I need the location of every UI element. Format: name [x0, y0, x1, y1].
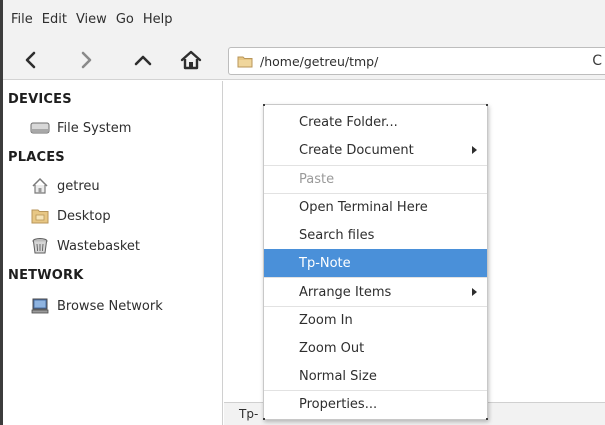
menu-item-label: Normal Size [299, 368, 377, 384]
menu-item-zoom-in[interactable]: Zoom In [264, 306, 487, 334]
chevron-right-icon [81, 51, 92, 69]
sidebar-item-label: Desktop [57, 208, 111, 224]
menu-item-zoom-out[interactable]: Zoom Out [264, 334, 487, 362]
menu-edit[interactable]: Edit [39, 0, 73, 40]
menu-item-label: Properties... [299, 396, 378, 412]
reload-icon[interactable]: C [592, 53, 602, 69]
sidebar-item-getreu[interactable]: getreu [30, 175, 100, 197]
menu-corner-mark [486, 418, 488, 420]
status-text: Tp- [239, 407, 259, 421]
toolbar: /home/getreu/tmp/ C [3, 40, 605, 80]
drive-icon [30, 119, 50, 137]
menu-item-tp-note[interactable]: Tp-Note [264, 249, 487, 277]
menu-view[interactable]: View [73, 0, 113, 40]
chevron-left-icon [25, 51, 36, 69]
home-button[interactable] [176, 46, 206, 74]
menu-corner-mark [263, 418, 265, 420]
menu-file[interactable]: File [8, 0, 39, 40]
menu-item-label: Create Folder... [299, 114, 398, 130]
submenu-arrow-icon [472, 146, 477, 154]
sidebar-heading-places: PLACES [8, 150, 65, 165]
sidebar: DEVICES File System PLACES getreu Deskto… [3, 81, 223, 425]
desktop-folder-icon [30, 207, 50, 225]
menu-item-create-document[interactable]: Create Document [264, 136, 487, 164]
up-button[interactable] [128, 46, 158, 74]
submenu-arrow-icon [472, 288, 477, 296]
context-menu: Create Folder... Create Document Paste O… [263, 104, 488, 420]
menu-item-label: Paste [299, 171, 335, 187]
sidebar-item-desktop[interactable]: Desktop [30, 205, 111, 227]
chevron-up-icon [134, 55, 152, 66]
menu-item-label: Zoom Out [299, 340, 365, 356]
sidebar-item-label: Browse Network [57, 298, 163, 314]
folder-icon [237, 56, 253, 67]
location-path: /home/getreu/tmp/ [260, 53, 379, 69]
sidebar-item-browse-network[interactable]: Browse Network [30, 295, 163, 317]
menu-item-label: Zoom In [299, 312, 353, 328]
sidebar-item-wastebasket[interactable]: Wastebasket [30, 235, 140, 257]
menu-item-properties[interactable]: Properties... [264, 390, 487, 418]
menu-item-arrange-items[interactable]: Arrange Items [264, 278, 487, 306]
menu-corner-mark [263, 104, 265, 106]
menu-item-search-files[interactable]: Search files [264, 221, 487, 249]
menu-item-label: Arrange Items [299, 284, 392, 300]
location-bar[interactable]: /home/getreu/tmp/ C [228, 47, 605, 75]
menu-item-label: Tp-Note [299, 255, 351, 271]
menu-item-paste[interactable]: Paste [264, 165, 487, 193]
back-button[interactable] [15, 46, 45, 74]
sidebar-item-label: Wastebasket [57, 238, 141, 254]
menu-item-open-terminal[interactable]: Open Terminal Here [264, 193, 487, 221]
home-folder-icon [30, 177, 50, 195]
forward-button[interactable] [72, 46, 102, 74]
menu-item-label: Create Document [299, 142, 414, 158]
menu-item-label: Open Terminal Here [299, 199, 428, 215]
sidebar-heading-network: NETWORK [8, 268, 84, 283]
sidebar-item-label: getreu [57, 178, 100, 194]
home-icon [180, 50, 202, 70]
menu-go[interactable]: Go [113, 0, 140, 40]
menu-corner-mark [486, 104, 488, 106]
sidebar-item-label: File System [57, 120, 132, 136]
menu-item-create-folder[interactable]: Create Folder... [264, 108, 487, 136]
menubar: File Edit View Go Help [3, 0, 605, 40]
trash-icon [30, 237, 50, 255]
network-icon [30, 297, 50, 315]
menu-item-label: Search files [299, 227, 375, 243]
sidebar-item-file-system[interactable]: File System [30, 117, 131, 139]
menu-item-normal-size[interactable]: Normal Size [264, 362, 487, 390]
sidebar-heading-devices: DEVICES [8, 92, 72, 107]
menu-help[interactable]: Help [140, 0, 179, 40]
